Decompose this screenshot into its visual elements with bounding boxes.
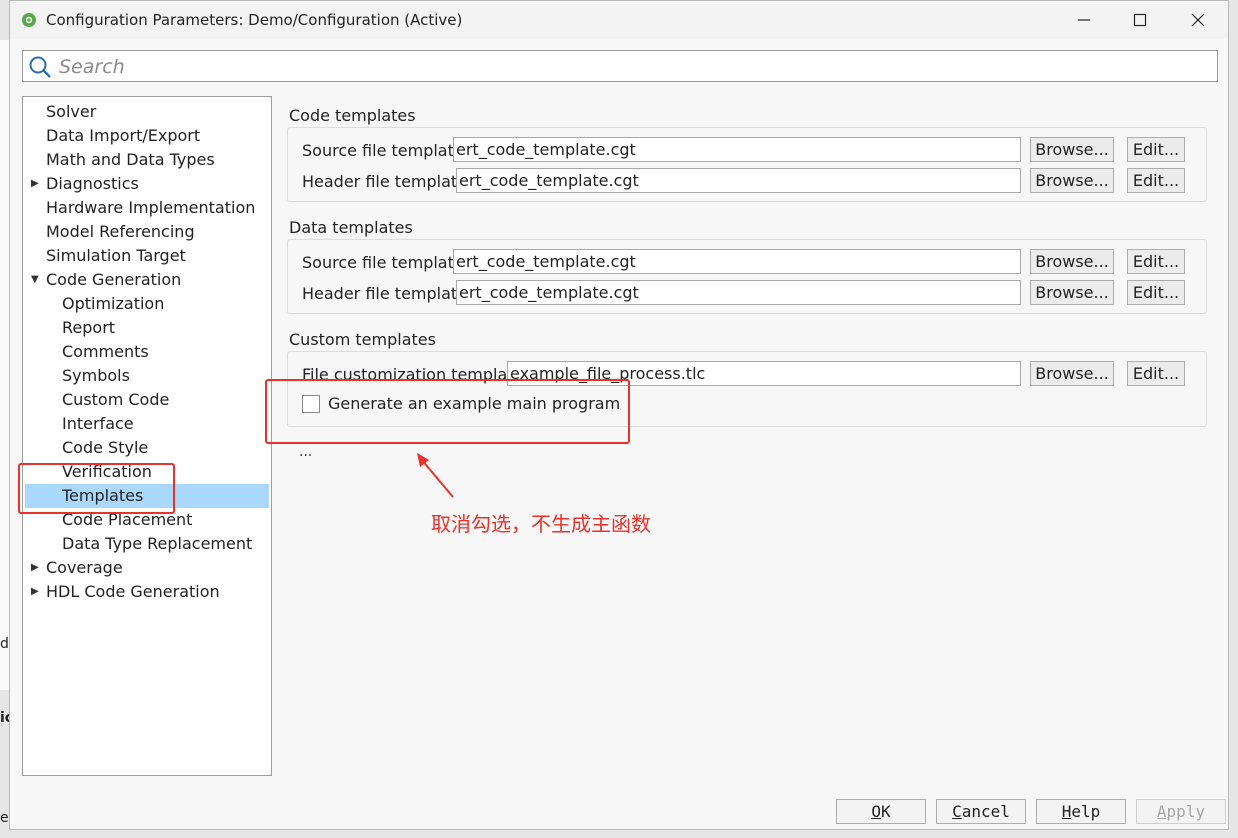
code-header-template-field[interactable]: ert_code_template.cgt	[456, 168, 1021, 193]
ok-label-rest: K	[881, 802, 891, 821]
tree-item-label: Coverage	[46, 558, 123, 577]
tree-item-label: Hardware Implementation	[46, 198, 256, 217]
window-title: Configuration Parameters: Demo/Configura…	[46, 11, 463, 29]
apply-mnemonic: A	[1156, 802, 1167, 821]
ok-mnemonic: O	[871, 802, 881, 821]
tree-item-label: Code Generation	[46, 270, 182, 289]
tree-item-label: Custom Code	[62, 390, 170, 409]
tree-item-optimization[interactable]: Optimization	[25, 292, 269, 316]
search-box[interactable]	[22, 50, 1218, 82]
maximize-icon	[1133, 13, 1147, 27]
help-mnemonic: H	[1061, 802, 1072, 821]
custom-edit-button[interactable]: Edit...	[1127, 361, 1185, 386]
tree-item-math-and-data-types[interactable]: Math and Data Types	[25, 148, 269, 172]
annotation-templates-highlight	[18, 463, 175, 514]
code-templates-group: Source file template: ert_code_template.…	[287, 127, 1207, 202]
annotation-checkbox-highlight	[265, 379, 630, 444]
background-text-d: d	[0, 636, 9, 652]
search-icon	[29, 56, 51, 78]
app-gear-icon	[22, 13, 36, 27]
tree-item-label: Report	[62, 318, 116, 337]
code-source-template-field[interactable]: ert_code_template.cgt	[453, 137, 1021, 162]
tree-item-code-generation[interactable]: ▼ Code Generation	[25, 268, 269, 292]
annotation-arrow-icon	[417, 453, 454, 498]
tree-item-simulation-target[interactable]: Simulation Target	[25, 244, 269, 268]
maximize-button[interactable]	[1112, 1, 1168, 39]
code-source-template-label: Source file template:	[302, 141, 470, 160]
expand-arrow-down-icon[interactable]: ▼	[31, 268, 39, 292]
code-header-template-label: Header file template:	[302, 172, 473, 191]
tree-item-label: Comments	[62, 342, 149, 361]
expand-arrow-right-icon[interactable]: ▶	[31, 556, 39, 580]
tree-item-coverage[interactable]: ▶ Coverage	[25, 556, 269, 580]
help-label-rest: elp	[1071, 802, 1101, 821]
tree-item-data-import-export[interactable]: Data Import/Export	[25, 124, 269, 148]
data-header-edit-button[interactable]: Edit...	[1127, 280, 1185, 305]
tree-item-label: Code Style	[62, 438, 149, 457]
tree-item-report[interactable]: Report	[25, 316, 269, 340]
data-source-browse-button[interactable]: Browse...	[1030, 249, 1114, 274]
tree-item-diagnostics[interactable]: ▶ Diagnostics	[25, 172, 269, 196]
code-source-edit-button[interactable]: Edit...	[1127, 137, 1185, 162]
code-header-browse-button[interactable]: Browse...	[1030, 168, 1114, 193]
tree-item-custom-code[interactable]: Custom Code	[25, 388, 269, 412]
apply-label-rest: pply	[1166, 802, 1206, 821]
help-button[interactable]: Help	[1036, 799, 1126, 824]
data-source-edit-button[interactable]: Edit...	[1127, 249, 1185, 274]
tree-item-label: Symbols	[62, 366, 130, 385]
expand-arrow-right-icon[interactable]: ▶	[31, 172, 39, 196]
tree-item-code-style[interactable]: Code Style	[25, 436, 269, 460]
code-header-edit-button[interactable]: Edit...	[1127, 168, 1185, 193]
code-templates-title: Code templates	[289, 106, 416, 125]
custom-templates-title: Custom templates	[289, 330, 436, 349]
tree-item-label: Data Type Replacement	[62, 534, 253, 553]
tree-item-label: Interface	[62, 414, 134, 433]
category-tree[interactable]: Solver Data Import/Export Math and Data Ty…	[22, 96, 272, 776]
search-input[interactable]	[57, 53, 1211, 81]
tree-item-solver[interactable]: Solver	[25, 100, 269, 124]
data-templates-title: Data templates	[289, 218, 413, 237]
apply-button[interactable]: Apply	[1136, 799, 1226, 824]
data-templates-group: Source file template: ert_code_template.…	[287, 239, 1207, 314]
tree-item-hdl-code-generation[interactable]: ▶ HDL Code Generation	[25, 580, 269, 604]
data-header-template-field[interactable]: ert_code_template.cgt	[456, 280, 1021, 305]
tree-item-label: Simulation Target	[46, 246, 186, 265]
data-source-template-label: Source file template:	[302, 253, 470, 272]
ok-button[interactable]: OK	[836, 799, 926, 824]
data-header-template-label: Header file template:	[302, 284, 473, 303]
data-header-browse-button[interactable]: Browse...	[1030, 280, 1114, 305]
tree-item-label: Model Referencing	[46, 222, 195, 241]
data-source-template-field[interactable]: ert_code_template.cgt	[453, 249, 1021, 274]
tree-item-model-referencing[interactable]: Model Referencing	[25, 220, 269, 244]
tree-item-label: Data Import/Export	[46, 126, 201, 145]
minimize-icon	[1078, 19, 1090, 21]
tree-item-label: Solver	[46, 102, 97, 121]
tree-item-comments[interactable]: Comments	[25, 340, 269, 364]
tree-item-interface[interactable]: Interface	[25, 412, 269, 436]
more-indicator: ...	[299, 444, 313, 460]
tree-item-data-type-replacement[interactable]: Data Type Replacement	[25, 532, 269, 556]
custom-browse-button[interactable]: Browse...	[1030, 361, 1114, 386]
tree-item-label: Optimization	[62, 294, 165, 313]
tree-item-label: Diagnostics	[46, 174, 139, 193]
cancel-mnemonic: C	[952, 802, 962, 821]
tree-item-label: Math and Data Types	[46, 150, 215, 169]
close-icon	[1191, 13, 1205, 27]
annotation-text: 取消勾选，不生成主函数	[431, 512, 651, 536]
title-bar: Configuration Parameters: Demo/Configura…	[10, 1, 1228, 39]
tree-item-hardware-implementation[interactable]: Hardware Implementation	[25, 196, 269, 220]
tree-item-label: HDL Code Generation	[46, 582, 220, 601]
close-button[interactable]	[1170, 1, 1226, 39]
tree-item-symbols[interactable]: Symbols	[25, 364, 269, 388]
code-source-browse-button[interactable]: Browse...	[1030, 137, 1114, 162]
minimize-button[interactable]	[1056, 1, 1112, 39]
expand-arrow-right-icon[interactable]: ▶	[31, 580, 39, 604]
background-text-e: e	[0, 810, 9, 826]
cancel-label-rest: ancel	[961, 802, 1010, 821]
cancel-button[interactable]: Cancel	[936, 799, 1026, 824]
